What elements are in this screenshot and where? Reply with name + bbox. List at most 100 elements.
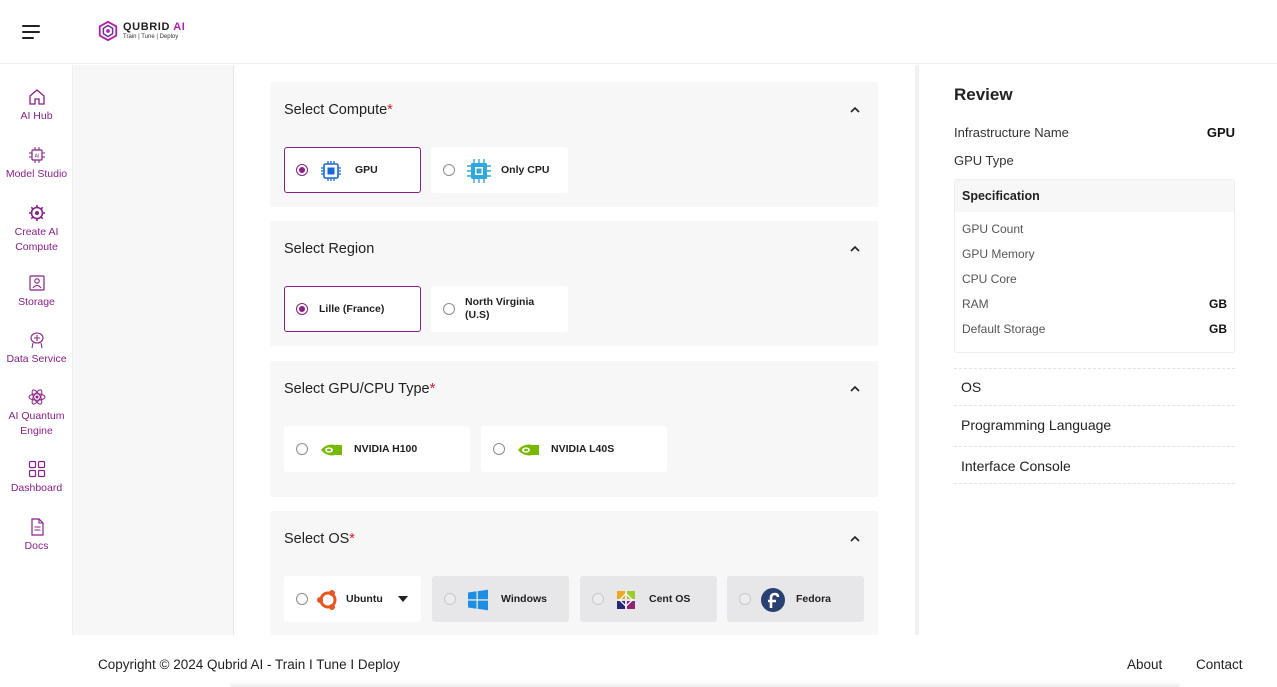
sidebar-item-storage[interactable]: Storage [0, 273, 73, 310]
os-option-centos[interactable]: Cent OS [580, 576, 717, 622]
top-bar: QUBRID AI Train | Tune | Deploy [0, 0, 1277, 64]
sidebar-item-label: AI Hub [20, 110, 53, 122]
cpu-chip-icon [467, 159, 491, 183]
radio-button[interactable] [296, 303, 308, 315]
select-region-section: Select Region Lille (France) North Virgi… [270, 221, 878, 346]
option-label: NVIDIA H100 [354, 443, 418, 455]
section-title: Select Region [284, 241, 375, 257]
brand-tagline: Train | Tune | Deploy [123, 34, 179, 40]
specification-title: Specification [955, 180, 1234, 212]
option-label: Windows [501, 593, 547, 605]
radio-button[interactable] [592, 593, 604, 605]
left-panel [73, 65, 234, 635]
radio-button[interactable] [443, 164, 455, 176]
sidebar-item-label: Docs [24, 540, 49, 552]
option-label: Fedora [796, 593, 832, 605]
section-title: Select Compute* [284, 102, 393, 118]
sidebar-item-label: Create AI Compute [14, 226, 59, 253]
review-panel: Review Infrastructure Name GPU GPU Type … [915, 65, 1277, 635]
menu-icon[interactable] [22, 24, 42, 40]
compute-option-only-cpu[interactable]: Only CPU [431, 147, 568, 193]
compute-gear-icon [28, 205, 45, 221]
sidebar: AI Hub AI Model Studio Create AI Compute… [0, 65, 73, 635]
sidebar-item-label: Model Studio [5, 168, 68, 180]
sidebar-item-dashboard[interactable]: Dashboard [0, 459, 73, 496]
chevron-up-icon[interactable] [850, 106, 860, 114]
spec-row-gpu-memory: GPU Memory [962, 247, 1035, 261]
sidebar-item-ai-hub[interactable]: AI Hub [0, 87, 73, 124]
radio-button[interactable] [444, 593, 456, 605]
region-option-north-virginia[interactable]: North Virginia (U.S) [431, 286, 568, 332]
qubrid-logo-icon [98, 20, 118, 42]
os-option-ubuntu[interactable]: Ubuntu [284, 576, 421, 622]
nvidia-logo-icon [516, 441, 540, 459]
spec-row-cpu-core: CPU Core [962, 272, 1017, 286]
home-icon [28, 89, 45, 105]
select-compute-section: Select Compute* GPU Only CPU [270, 82, 878, 207]
footer: Copyright © 2024 Qubrid AI - Train I Tun… [0, 635, 1277, 687]
data-service-icon [29, 332, 44, 349]
radio-button[interactable] [493, 443, 505, 455]
spec-row-gpu-count: GPU Count [962, 222, 1024, 236]
sidebar-item-model-studio[interactable]: AI Model Studio [0, 145, 73, 182]
radio-button[interactable] [443, 303, 455, 315]
infrastructure-name-value: GPU [1206, 125, 1235, 140]
option-label: North Virginia (U.S) [465, 296, 535, 321]
dashboard-grid-icon [28, 460, 45, 478]
copyright-text: Copyright © 2024 Qubrid AI - Train I Tun… [98, 657, 400, 672]
document-icon [30, 518, 44, 536]
ai-chip-icon: AI [28, 147, 45, 163]
review-programming-language[interactable]: Programming Language [954, 405, 1235, 446]
option-label: Cent OS [649, 593, 691, 605]
storage-icon [28, 275, 45, 291]
sidebar-item-label: Data Service [6, 353, 67, 365]
footer-shadow [230, 682, 1180, 687]
option-label: GPU [355, 164, 378, 176]
sidebar-item-label: Dashboard [10, 482, 63, 494]
section-title: Select OS* [284, 531, 355, 547]
caret-down-icon[interactable] [398, 596, 408, 603]
review-infrastructure-name: Infrastructure Name GPU [954, 125, 1235, 140]
option-label: Lille (France) [319, 303, 385, 315]
radio-button[interactable] [739, 593, 751, 605]
region-option-lille[interactable]: Lille (France) [284, 286, 421, 332]
review-gpu-type-label: GPU Type [954, 153, 1014, 168]
option-label: NVIDIA L40S [551, 443, 615, 455]
ubuntu-logo-icon [317, 590, 337, 610]
select-os-section: Select OS* Ubuntu Windows Cent OS Fedora [270, 511, 878, 635]
sidebar-item-docs[interactable]: Docs [0, 517, 73, 554]
sidebar-item-label: Storage [18, 296, 55, 308]
gpu-option-nvidia-h100[interactable]: NVIDIA H100 [284, 426, 470, 472]
brand-name: QUBRID AI [123, 21, 186, 33]
sidebar-item-data-service[interactable]: Data Service [0, 330, 73, 367]
section-title: Select GPU/CPU Type* [284, 381, 436, 397]
about-link[interactable]: About [1127, 657, 1162, 672]
radio-button[interactable] [296, 164, 308, 176]
contact-link[interactable]: Contact [1196, 657, 1243, 672]
sidebar-item-ai-quantum-engine[interactable]: AI Quantum Engine [0, 387, 73, 439]
os-option-windows[interactable]: Windows [432, 576, 569, 622]
select-gpu-cpu-type-section: Select GPU/CPU Type* NVIDIA H100 NVIDIA … [270, 361, 878, 497]
radio-button[interactable] [296, 443, 308, 455]
gpu-option-nvidia-l40s[interactable]: NVIDIA L40S [481, 426, 667, 472]
radio-button[interactable] [296, 593, 308, 605]
review-interface-console[interactable]: Interface Console [954, 446, 1235, 484]
centos-logo-icon [617, 591, 635, 609]
specification-card: Specification GPU Count GPU Memory CPU C… [954, 179, 1235, 353]
main-content: Select Compute* GPU Only CPU Select Regi… [234, 65, 915, 635]
spec-row-ram: RAM GB [962, 297, 1227, 311]
spec-row-default-storage: Default Storage GB [962, 322, 1227, 336]
atom-icon [28, 389, 45, 405]
compute-option-gpu[interactable]: GPU [284, 147, 421, 193]
brand-logo[interactable]: QUBRID AI Train | Tune | Deploy [97, 20, 185, 42]
svg-text:AI: AI [34, 154, 39, 160]
review-os[interactable]: OS [954, 368, 1235, 406]
chevron-up-icon[interactable] [850, 245, 860, 253]
sidebar-item-create-ai-compute[interactable]: Create AI Compute [0, 203, 73, 255]
gpu-chip-icon [321, 161, 341, 181]
windows-logo-icon [468, 589, 488, 611]
chevron-up-icon[interactable] [850, 385, 860, 393]
os-option-fedora[interactable]: Fedora [727, 576, 864, 622]
review-title: Review [954, 85, 1013, 104]
chevron-up-icon[interactable] [850, 535, 860, 543]
